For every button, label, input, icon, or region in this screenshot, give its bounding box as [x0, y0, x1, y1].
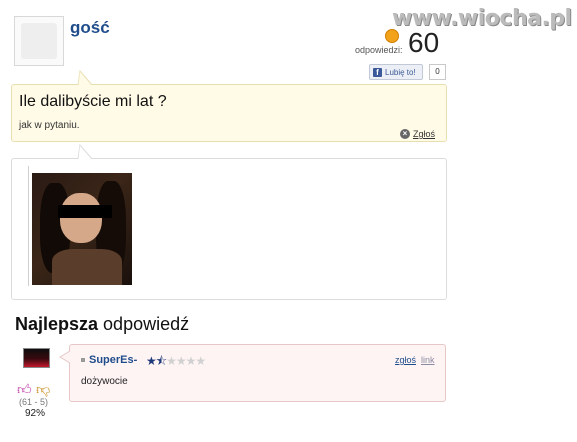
thumb-up-icon[interactable]: 👍︎ [17, 381, 32, 398]
answers-label: odpowiedzi: [355, 45, 403, 55]
star-icon-half: ⯪ [155, 354, 167, 368]
answers-count: 60 [408, 27, 440, 58]
question-photo[interactable] [32, 173, 132, 285]
report-question-link[interactable]: Zgłoś [413, 129, 435, 139]
like-count: 0 [429, 64, 446, 80]
vote-counts: (61 - 5) [19, 397, 49, 407]
question-author[interactable]: gość [70, 18, 110, 38]
star-icon-full: ★ [146, 354, 157, 368]
question-title: Ile dalibyście mi lat ? [19, 93, 167, 110]
question-body: jak w pytaniu. [19, 120, 80, 131]
answer-bullet [81, 358, 85, 362]
facebook-icon: f [373, 67, 382, 77]
photo-shirt [52, 249, 122, 285]
answer-user-avatar[interactable] [23, 348, 50, 368]
close-circle-icon[interactable]: × [400, 129, 410, 139]
author-avatar[interactable] [14, 16, 64, 66]
thumb-down-icon[interactable]: 👎︎ [36, 381, 50, 398]
best-answer-heading-rest: odpowiedź [98, 314, 190, 334]
avatar-placeholder-icon [21, 23, 57, 59]
facebook-like-button[interactable]: f Lubię to! [369, 64, 423, 80]
image-bubble-tail-cover [78, 146, 92, 160]
answer-username[interactable]: SuperEs- [89, 354, 137, 366]
answer-bubble-tail [59, 350, 71, 364]
answer-box [69, 344, 446, 402]
best-answer-heading: Najlepsza odpowiedź [15, 314, 189, 335]
like-label: Lubię to! [385, 67, 416, 77]
photo-face [60, 193, 102, 243]
image-divider [28, 166, 29, 286]
answer-text: dożywocie [81, 376, 128, 387]
report-answer-link[interactable]: zgłoś [395, 355, 416, 365]
vote-percent: 92% [25, 408, 46, 419]
question-bubble-tail-cover [78, 72, 92, 86]
rating-stars: ★⯪★★★★ [146, 352, 206, 373]
answer-permalink[interactable]: link [421, 355, 435, 365]
star-icon-empty: ★★★★ [166, 354, 206, 368]
coin-icon [385, 29, 399, 43]
best-answer-heading-bold: Najlepsza [15, 314, 99, 334]
censor-bar [58, 205, 112, 218]
